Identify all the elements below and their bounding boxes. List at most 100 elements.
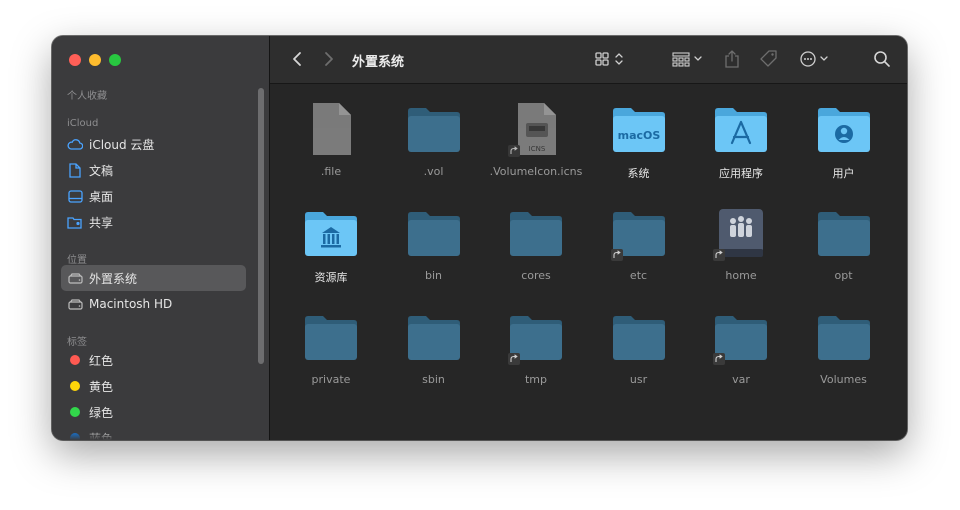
users-folder-icon <box>816 101 872 157</box>
minimize-window-button[interactable] <box>89 54 101 66</box>
sidebar-section-icloud: iCloud <box>67 118 99 129</box>
file-item-label: bin <box>424 269 442 282</box>
folder-icon <box>406 101 462 157</box>
window-title: 外置系统 <box>352 55 405 70</box>
file-item-label: cores <box>521 269 551 282</box>
search-button[interactable] <box>871 48 893 70</box>
share-button[interactable] <box>720 48 744 70</box>
sidebar-item-label: 桌面 <box>89 189 114 204</box>
yellow-tag-dot-icon <box>70 381 80 391</box>
sidebar-item-label: iCloud 云盘 <box>89 137 155 152</box>
folder-icon <box>713 309 769 365</box>
drive-icon <box>67 270 83 286</box>
group-by-icon <box>672 52 702 67</box>
file-item[interactable]: ICNS .VolumeIcon.icns <box>486 89 586 179</box>
file-item-label: 系统 <box>627 167 650 180</box>
file-item[interactable]: sbin <box>384 297 484 387</box>
file-item-label: home <box>725 269 757 282</box>
folder-icon <box>406 309 462 365</box>
back-button[interactable] <box>288 48 306 70</box>
file-item-label: 资源库 <box>314 271 348 284</box>
folder-icon <box>508 309 564 365</box>
file-item[interactable]: .file <box>281 89 381 179</box>
sidebar-item-tag-yellow[interactable]: 黄色 <box>61 373 246 399</box>
sidebar-scrollbar[interactable] <box>258 88 264 364</box>
share-icon <box>725 50 739 68</box>
file-item[interactable]: private <box>281 297 381 387</box>
file-item-label: .file <box>320 165 342 178</box>
file-item[interactable]: .vol <box>384 89 484 179</box>
file-item[interactable]: var <box>691 297 791 387</box>
close-window-button[interactable] <box>69 54 81 66</box>
file-item-label: private <box>311 373 351 386</box>
more-actions-icon <box>800 51 828 67</box>
sidebar-section-locations: 位置 <box>67 255 87 266</box>
sidebar-section-favorites: 个人收藏 <box>67 91 107 102</box>
file-item[interactable]: macOS 系统 <box>589 89 689 180</box>
sidebar-item-desktop[interactable]: 桌面 <box>61 183 246 209</box>
file-item-label: tmp <box>524 373 547 386</box>
finder-window: 个人收藏 iCloud iCloud 云盘 文稿 桌面 共享 位置 外置系统 M… <box>52 36 907 440</box>
macos-folder-icon: macOS <box>611 101 667 157</box>
sidebar-item-label: 外置系统 <box>89 271 138 286</box>
document-icon <box>303 101 359 157</box>
sidebar-item-label: 红色 <box>89 353 114 368</box>
sidebar-section-tags: 标签 <box>67 337 87 348</box>
icns-file-icon: ICNS <box>508 101 564 157</box>
file-item[interactable]: 应用程序 <box>691 89 791 180</box>
file-item-label: 用户 <box>832 167 855 180</box>
sidebar-item-documents[interactable]: 文稿 <box>61 157 246 183</box>
sidebar: 个人收藏 iCloud iCloud 云盘 文稿 桌面 共享 位置 外置系统 M… <box>52 36 270 440</box>
file-item[interactable]: tmp <box>486 297 586 387</box>
file-item[interactable]: 资源库 <box>281 193 381 284</box>
folder-icon <box>508 205 564 261</box>
file-item[interactable]: bin <box>384 193 484 283</box>
file-item[interactable]: 用户 <box>794 89 894 180</box>
file-item[interactable]: cores <box>486 193 586 283</box>
file-item-label: etc <box>629 269 648 282</box>
folder-icon <box>816 205 872 261</box>
drive-icon <box>67 296 83 312</box>
cloud-icon <box>67 136 83 152</box>
folder-icon <box>303 309 359 365</box>
file-item[interactable]: Volumes <box>794 297 894 387</box>
back-icon <box>293 52 301 66</box>
file-item-label: .vol <box>423 165 444 178</box>
green-tag-dot-icon <box>70 407 80 417</box>
tag-icon <box>760 50 777 67</box>
folder-icon <box>611 309 667 365</box>
folder-icon <box>406 205 462 261</box>
file-item[interactable]: usr <box>589 297 689 387</box>
icon-view-grid-icon <box>595 52 623 66</box>
sidebar-item-shared[interactable]: 共享 <box>61 209 246 235</box>
folder-icon <box>610 205 667 261</box>
file-item[interactable]: etc <box>589 193 689 283</box>
sidebar-item-label: 共享 <box>89 215 114 230</box>
file-item[interactable]: opt <box>794 193 894 283</box>
red-tag-dot-icon <box>70 355 80 365</box>
more-actions-button[interactable] <box>796 48 834 70</box>
sidebar-item-icloud-drive[interactable]: iCloud 云盘 <box>61 131 246 157</box>
forward-button[interactable] <box>320 48 338 70</box>
tags-button[interactable] <box>756 48 782 70</box>
file-item-label: usr <box>629 373 648 386</box>
file-item-label: 应用程序 <box>719 167 763 180</box>
sidebar-item-external-system[interactable]: 外置系统 <box>61 265 246 291</box>
zoom-window-button[interactable] <box>109 54 121 66</box>
svg-text:macOS: macOS <box>617 129 660 142</box>
file-item-label: var <box>732 373 750 386</box>
view-mode-button[interactable] <box>593 48 629 70</box>
sidebar-item-tag-red[interactable]: 红色 <box>61 347 246 373</box>
document-icon <box>67 162 83 178</box>
sidebar-item-macintosh-hd[interactable]: Macintosh HD <box>61 291 246 317</box>
sidebar-item-label: 文稿 <box>89 163 114 178</box>
file-item[interactable]: home <box>691 193 791 283</box>
file-item-label: opt <box>834 269 853 282</box>
forward-icon <box>325 52 333 66</box>
sidebar-item-tag-green[interactable]: 绿色 <box>61 399 246 425</box>
shared-folder-icon <box>67 214 83 230</box>
file-item-label: .VolumeIcon.icns <box>489 165 583 178</box>
group-by-button[interactable] <box>670 48 706 70</box>
desktop-icon <box>67 188 83 204</box>
file-item-label: Volumes <box>820 373 867 386</box>
